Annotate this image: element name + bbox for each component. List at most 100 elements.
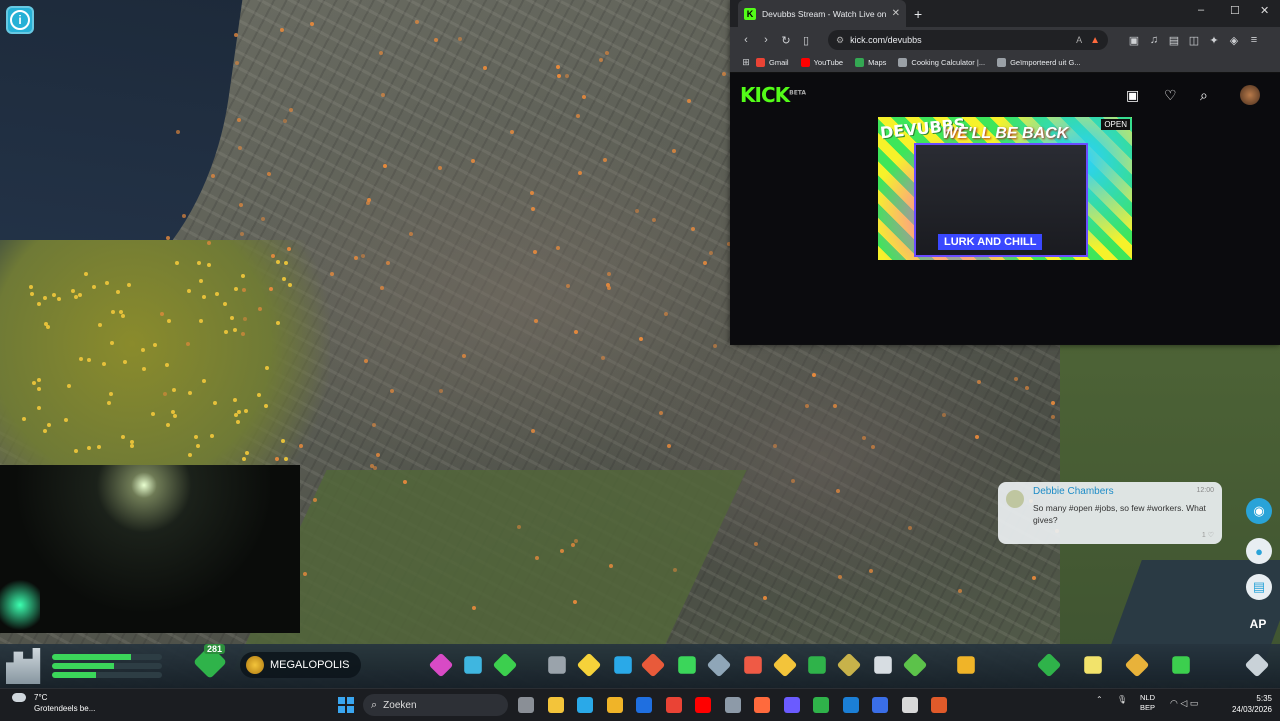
- roads-tool[interactable]: [548, 656, 566, 674]
- stream-player[interactable]: DEVUBBS WE'LL BE BACK OPEN LURK AND CHIL…: [878, 117, 1132, 260]
- discord-icon[interactable]: [783, 697, 800, 713]
- city-status-bars[interactable]: [52, 654, 162, 681]
- citizens-button[interactable]: ●: [1246, 538, 1272, 564]
- bookmark-icon[interactable]: ▯: [796, 34, 816, 47]
- maximize-button[interactable]: ☐: [1230, 4, 1240, 17]
- transport-tool[interactable]: [808, 656, 826, 674]
- weather-condition: Grotendeels be...: [34, 704, 96, 713]
- communications-tool[interactable]: [836, 652, 862, 678]
- browser-window[interactable]: K Devubbs Stream - Watch Live on Kick ✕ …: [730, 0, 1280, 345]
- health-tool[interactable]: [640, 652, 666, 678]
- building-marker: [1025, 385, 1030, 390]
- sidebar-icon[interactable]: ▤: [1164, 34, 1184, 47]
- leo-icon[interactable]: ✦: [1204, 34, 1224, 47]
- police-tool[interactable]: [772, 652, 798, 678]
- photo-mode-tool[interactable]: [1244, 652, 1270, 678]
- reload-icon[interactable]: ↻: [776, 34, 796, 47]
- clock[interactable]: 5:35 24/03/2026: [1228, 693, 1272, 715]
- calculator-icon[interactable]: [724, 697, 741, 713]
- youtube-icon[interactable]: [695, 697, 711, 713]
- chirp-author[interactable]: Debbie Chambers: [1033, 486, 1114, 497]
- chirper-button[interactable]: ◉: [1246, 498, 1272, 524]
- garbage-tool[interactable]: [678, 656, 696, 674]
- building-marker: [531, 207, 536, 212]
- milestone-button[interactable]: MEGALOPOLIS: [240, 652, 362, 678]
- brave-icon[interactable]: [754, 697, 770, 713]
- close-window-button[interactable]: ✕: [1260, 4, 1269, 17]
- apps-grid-icon[interactable]: ⊞: [736, 57, 756, 68]
- volume-icon[interactable]: ◁: [1180, 698, 1187, 708]
- building-marker: [754, 541, 759, 546]
- electricity-tool[interactable]: [576, 652, 602, 678]
- following-heart-icon[interactable]: ♡: [1164, 87, 1177, 104]
- economy-tool[interactable]: [1124, 652, 1150, 678]
- microphone-icon[interactable]: 🎙︎: [1117, 695, 1127, 704]
- app-icon[interactable]: [872, 697, 888, 713]
- bookmark-item[interactable]: Cooking Calculator |...: [898, 58, 985, 67]
- zoning-tool[interactable]: [428, 652, 454, 678]
- popcorn-icon[interactable]: [901, 697, 918, 713]
- close-tab-icon[interactable]: ✕: [892, 8, 900, 19]
- landmarks-tool[interactable]: [874, 656, 892, 674]
- media-icon[interactable]: ♫: [1144, 34, 1164, 46]
- battery-icon[interactable]: ▭: [1190, 698, 1199, 708]
- journal-button[interactable]: ▤: [1246, 574, 1272, 600]
- education-tool[interactable]: [706, 652, 732, 678]
- back-icon[interactable]: ‹: [736, 34, 756, 46]
- new-tab-button[interactable]: +: [914, 6, 922, 22]
- minimize-button[interactable]: –: [1198, 4, 1204, 16]
- landscaping-tool[interactable]: [464, 656, 482, 674]
- tab-bar: K Devubbs Stream - Watch Live on Kick ✕ …: [730, 0, 1280, 27]
- vpn-icon[interactable]: ◈: [1224, 34, 1244, 47]
- progression-tool[interactable]: [1172, 656, 1190, 674]
- forward-icon[interactable]: ›: [756, 34, 776, 46]
- weather-widget[interactable]: 7°C Grotendeels be...: [12, 693, 95, 713]
- chrome-icon[interactable]: [665, 697, 682, 713]
- site-info-icon[interactable]: ⚙: [836, 35, 844, 46]
- task-view-icon[interactable]: [518, 697, 534, 713]
- city-icon[interactable]: [6, 648, 41, 684]
- chirp-notification[interactable]: Debbie Chambers 12:00 So many #open #job…: [998, 482, 1222, 544]
- bookmark-item[interactable]: YouTube: [800, 58, 843, 67]
- ap-button[interactable]: AP: [1242, 612, 1274, 636]
- districts-tool[interactable]: [957, 656, 975, 674]
- store-icon[interactable]: [547, 697, 564, 713]
- info-button[interactable]: i: [6, 6, 34, 34]
- tray-chevron-icon[interactable]: ⌃: [1096, 695, 1103, 704]
- taskbar-search[interactable]: ⌕ Zoeken: [363, 694, 508, 716]
- parks-tool[interactable]: [492, 652, 518, 678]
- chirp-likes[interactable]: 1 ♡: [1202, 531, 1214, 539]
- wallet-icon[interactable]: ◫: [1184, 34, 1204, 47]
- brave-shields-icon[interactable]: ▲: [1090, 35, 1100, 46]
- extensions-icon[interactable]: ▣: [1124, 34, 1144, 47]
- clock-time: 5:35: [1256, 694, 1272, 703]
- wifi-icon[interactable]: ◠: [1170, 698, 1178, 708]
- network-volume-battery[interactable]: ◠ ◁ ▭: [1170, 698, 1198, 709]
- start-button[interactable]: [338, 697, 354, 713]
- translate-icon[interactable]: A: [1076, 35, 1082, 45]
- address-bar[interactable]: ⚙ kick.com/devubbs A ▲: [828, 30, 1108, 50]
- system-tray[interactable]: ⌃ 🎙︎: [1096, 695, 1127, 704]
- kick-logo[interactable]: KICKBETA: [740, 83, 806, 107]
- bookmark-item[interactable]: Maps: [855, 58, 886, 67]
- outlook-icon[interactable]: [636, 697, 652, 713]
- steam-icon[interactable]: [842, 697, 859, 713]
- vlc-icon[interactable]: [931, 697, 947, 713]
- fire-tool[interactable]: [744, 656, 762, 674]
- user-avatar[interactable]: [1240, 85, 1260, 105]
- search-icon[interactable]: ⌕: [1200, 87, 1208, 104]
- area-tool[interactable]: [1036, 652, 1062, 678]
- language-indicator[interactable]: NLD BEP: [1140, 693, 1155, 713]
- xbox-icon[interactable]: [813, 697, 829, 713]
- bookmark-item[interactable]: Gmail: [756, 58, 789, 67]
- bookmark-list: Gmail YouTube Maps Cooking Calculator |... G…: [756, 58, 1093, 67]
- menu-icon[interactable]: ≡: [1244, 34, 1264, 46]
- map-tool[interactable]: [1084, 656, 1102, 674]
- water-tool[interactable]: [614, 656, 632, 674]
- bookmark-item[interactable]: Geïmporteerd uit G...: [997, 58, 1081, 67]
- browser-tab[interactable]: K Devubbs Stream - Watch Live on Kick ✕: [738, 0, 906, 27]
- explorer-icon[interactable]: [606, 697, 623, 713]
- browse-icon[interactable]: ▣: [1126, 87, 1139, 104]
- signature-tool[interactable]: [902, 652, 928, 678]
- edge-icon[interactable]: [577, 697, 593, 713]
